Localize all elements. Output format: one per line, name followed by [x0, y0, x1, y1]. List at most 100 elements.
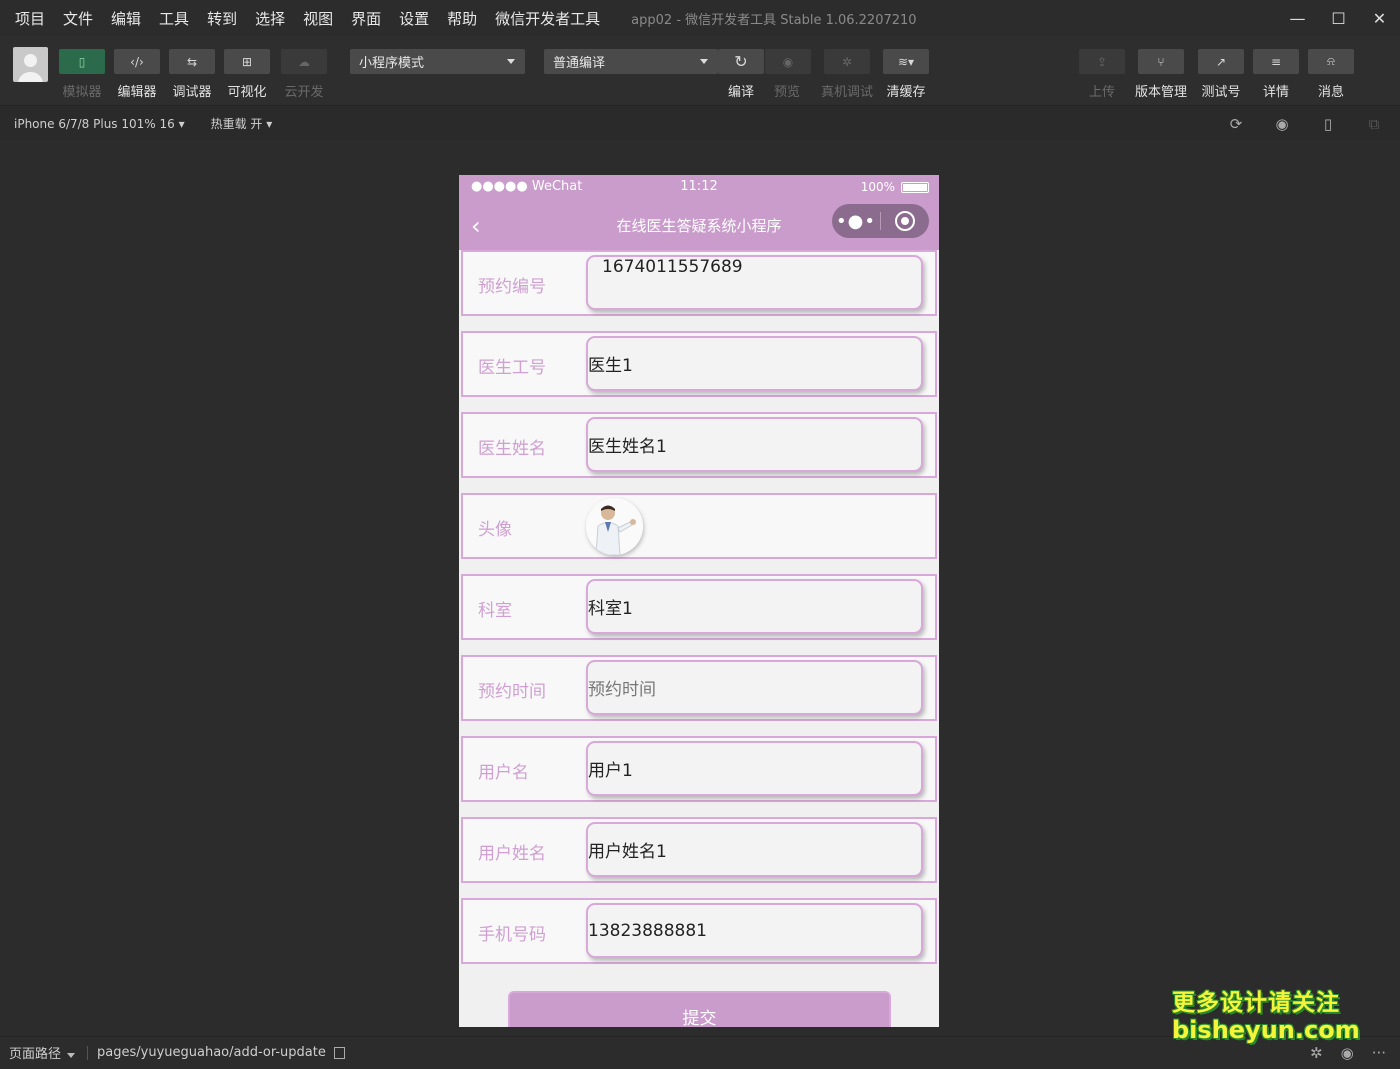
version-button[interactable]: ⑂ — [1138, 49, 1184, 74]
page-path-label: 页面路径 — [9, 1047, 62, 1062]
bell-icon: ⍾ — [1327, 54, 1335, 68]
minimize-icon[interactable]: — — [1277, 0, 1318, 36]
form-row-username: 用户名 用户1 — [461, 736, 937, 802]
version-label: 版本管理 — [1134, 85, 1187, 100]
hot-reload-value: 热重载 开 — [210, 117, 263, 131]
bug-icon[interactable]: ✲ — [1310, 1044, 1323, 1062]
record-icon[interactable]: ◉ — [1270, 115, 1294, 133]
phone-label: 手机号码 — [478, 925, 546, 945]
device-icon[interactable]: ▯ — [1316, 115, 1340, 133]
menu-help[interactable]: 帮助 — [438, 8, 486, 29]
watermark-line1: 更多设计请关注 — [1172, 990, 1340, 1016]
doctor-photo-icon — [586, 498, 643, 555]
doctor-avatar[interactable] — [586, 498, 643, 555]
department-input[interactable]: 科室1 — [586, 579, 923, 634]
compile-select[interactable]: 普通编译 — [544, 49, 718, 74]
battery-indicator: 100% — [861, 180, 929, 194]
test-account-button[interactable]: ↗ — [1198, 49, 1244, 74]
cloud-label: 云开发 — [284, 85, 324, 100]
debugger-button[interactable]: ⇆ — [169, 49, 215, 74]
appointment-no-label: 预约编号 — [478, 277, 546, 297]
real-debug-button[interactable]: ✲ — [824, 49, 870, 74]
upload-button[interactable]: ⇪ — [1079, 49, 1125, 74]
branch-icon: ⑂ — [1157, 54, 1165, 69]
menu-icon: ≡ — [1270, 54, 1282, 69]
copy-icon[interactable] — [333, 1046, 345, 1059]
appointment-time-label: 预约时间 — [478, 682, 546, 702]
form-row-phone: 手机号码 13823888881 — [461, 898, 937, 964]
visual-button[interactable]: ⊞ — [224, 49, 270, 74]
close-icon[interactable]: ✕ — [1359, 0, 1400, 36]
menu-settings[interactable]: 设置 — [390, 8, 438, 29]
visual-label: 可视化 — [227, 85, 267, 100]
compile-button[interactable]: ↻ — [718, 49, 764, 74]
cloud-button[interactable]: ☁ — [281, 49, 327, 74]
menu-file[interactable]: 文件 — [54, 8, 102, 29]
doctor-name-input[interactable]: 医生姓名1 — [586, 417, 923, 472]
form-row-avatar: 头像 — [461, 493, 937, 559]
maximize-icon[interactable]: ☐ — [1318, 0, 1359, 36]
phone-input[interactable]: 13823888881 — [586, 903, 923, 958]
device-select[interactable]: iPhone 6/7/8 Plus 101% 16 ▾ — [14, 117, 185, 131]
upload-icon: ⇪ — [1096, 54, 1108, 69]
clear-cache-button[interactable]: ≋▾ — [883, 49, 929, 74]
doctor-id-input[interactable]: 医生1 — [586, 336, 923, 391]
editor-button[interactable]: ‹/› — [114, 49, 160, 74]
menu-project[interactable]: 项目 — [6, 8, 54, 29]
menu-view[interactable]: 视图 — [294, 8, 342, 29]
more-icon[interactable]: •●• — [832, 211, 880, 232]
window-title: app02 - 微信开发者工具 Stable 1.06.2207210 — [631, 12, 917, 28]
user-realname-input[interactable]: 用户姓名1 — [586, 822, 923, 877]
menu-devtools[interactable]: 微信开发者工具 — [486, 8, 609, 29]
simulator-button[interactable]: ▯ — [59, 49, 105, 74]
watermark-line2: bisheyun.com — [1172, 1016, 1360, 1044]
hot-reload-toggle[interactable]: 热重载 开 ▾ — [211, 115, 273, 132]
refresh-icon: ↻ — [734, 52, 748, 71]
doctor-id-label: 医生工号 — [478, 358, 546, 378]
messages-label: 消息 — [1317, 85, 1344, 100]
external-link-icon: ↗ — [1215, 54, 1227, 69]
window-controls: — ☐ ✕ — [1277, 0, 1400, 36]
form-row-department: 科室 科室1 — [461, 574, 937, 640]
chevron-down-icon — [507, 59, 515, 64]
menu-select[interactable]: 选择 — [246, 8, 294, 29]
chevron-down-icon — [700, 59, 708, 64]
mode-select[interactable]: 小程序模式 — [350, 49, 525, 74]
bug-icon: ✲ — [841, 54, 853, 69]
nav-bar: ‹ 在线医生答疑系统小程序 •●• — [459, 200, 939, 250]
appointment-time-picker[interactable]: 预约时间 — [586, 660, 923, 715]
simulator-bar: iPhone 6/7/8 Plus 101% 16 ▾ 热重载 开 ▾ ⟳ ◉ … — [0, 107, 1400, 140]
menu-tools[interactable]: 工具 — [150, 8, 198, 29]
user-avatar[interactable] — [13, 47, 48, 82]
eye-icon[interactable]: ◉ — [1341, 1044, 1354, 1062]
battery-icon — [901, 181, 929, 193]
toolbar: ▯ 模拟器 ‹/› 编辑器 ⇆ 调试器 ⊞ 可视化 ☁ 云开发 小程序模式 普通… — [0, 36, 1400, 106]
watermark: 更多设计请关注 bisheyun.com — [1172, 990, 1360, 1044]
doctor-name-label: 医生姓名 — [478, 439, 546, 459]
submit-button[interactable]: 提交 — [508, 991, 891, 1027]
debug-icon: ⇆ — [186, 54, 198, 69]
cloud-icon: ☁ — [298, 54, 310, 69]
menu-goto[interactable]: 转到 — [198, 8, 246, 29]
battery-percent: 100% — [860, 180, 895, 194]
compile-select-value: 普通编译 — [553, 56, 606, 71]
menu-bar: 项目 文件 编辑 工具 转到 选择 视图 界面 设置 帮助 微信开发者工具 ap… — [0, 0, 1400, 36]
rotate-icon[interactable]: ⟳ — [1224, 115, 1248, 133]
appointment-no-input[interactable]: 1674011557689 — [586, 255, 923, 310]
preview-button[interactable]: ◉ — [765, 49, 811, 74]
username-label: 用户名 — [478, 763, 529, 783]
simulator-icons: ⟳ ◉ ▯ ⧉ — [1224, 107, 1386, 140]
details-button[interactable]: ≡ — [1253, 49, 1299, 74]
close-miniprogram-icon[interactable] — [881, 211, 929, 231]
popout-icon[interactable]: ⧉ — [1362, 115, 1386, 133]
page-path-toggle[interactable]: 页面路径 — [9, 1043, 76, 1062]
real-debug-label: 真机调试 — [820, 85, 873, 100]
form-row-appointment-time: 预约时间 预约时间 — [461, 655, 937, 721]
menu-edit[interactable]: 编辑 — [102, 8, 150, 29]
messages-button[interactable]: ⍾ — [1308, 49, 1354, 74]
more-icon[interactable]: ··· — [1372, 1044, 1386, 1062]
avatar-label: 头像 — [478, 520, 512, 540]
username-input[interactable]: 用户1 — [586, 741, 923, 796]
menu-interface[interactable]: 界面 — [342, 8, 390, 29]
capsule-menu: •●• — [832, 204, 929, 238]
